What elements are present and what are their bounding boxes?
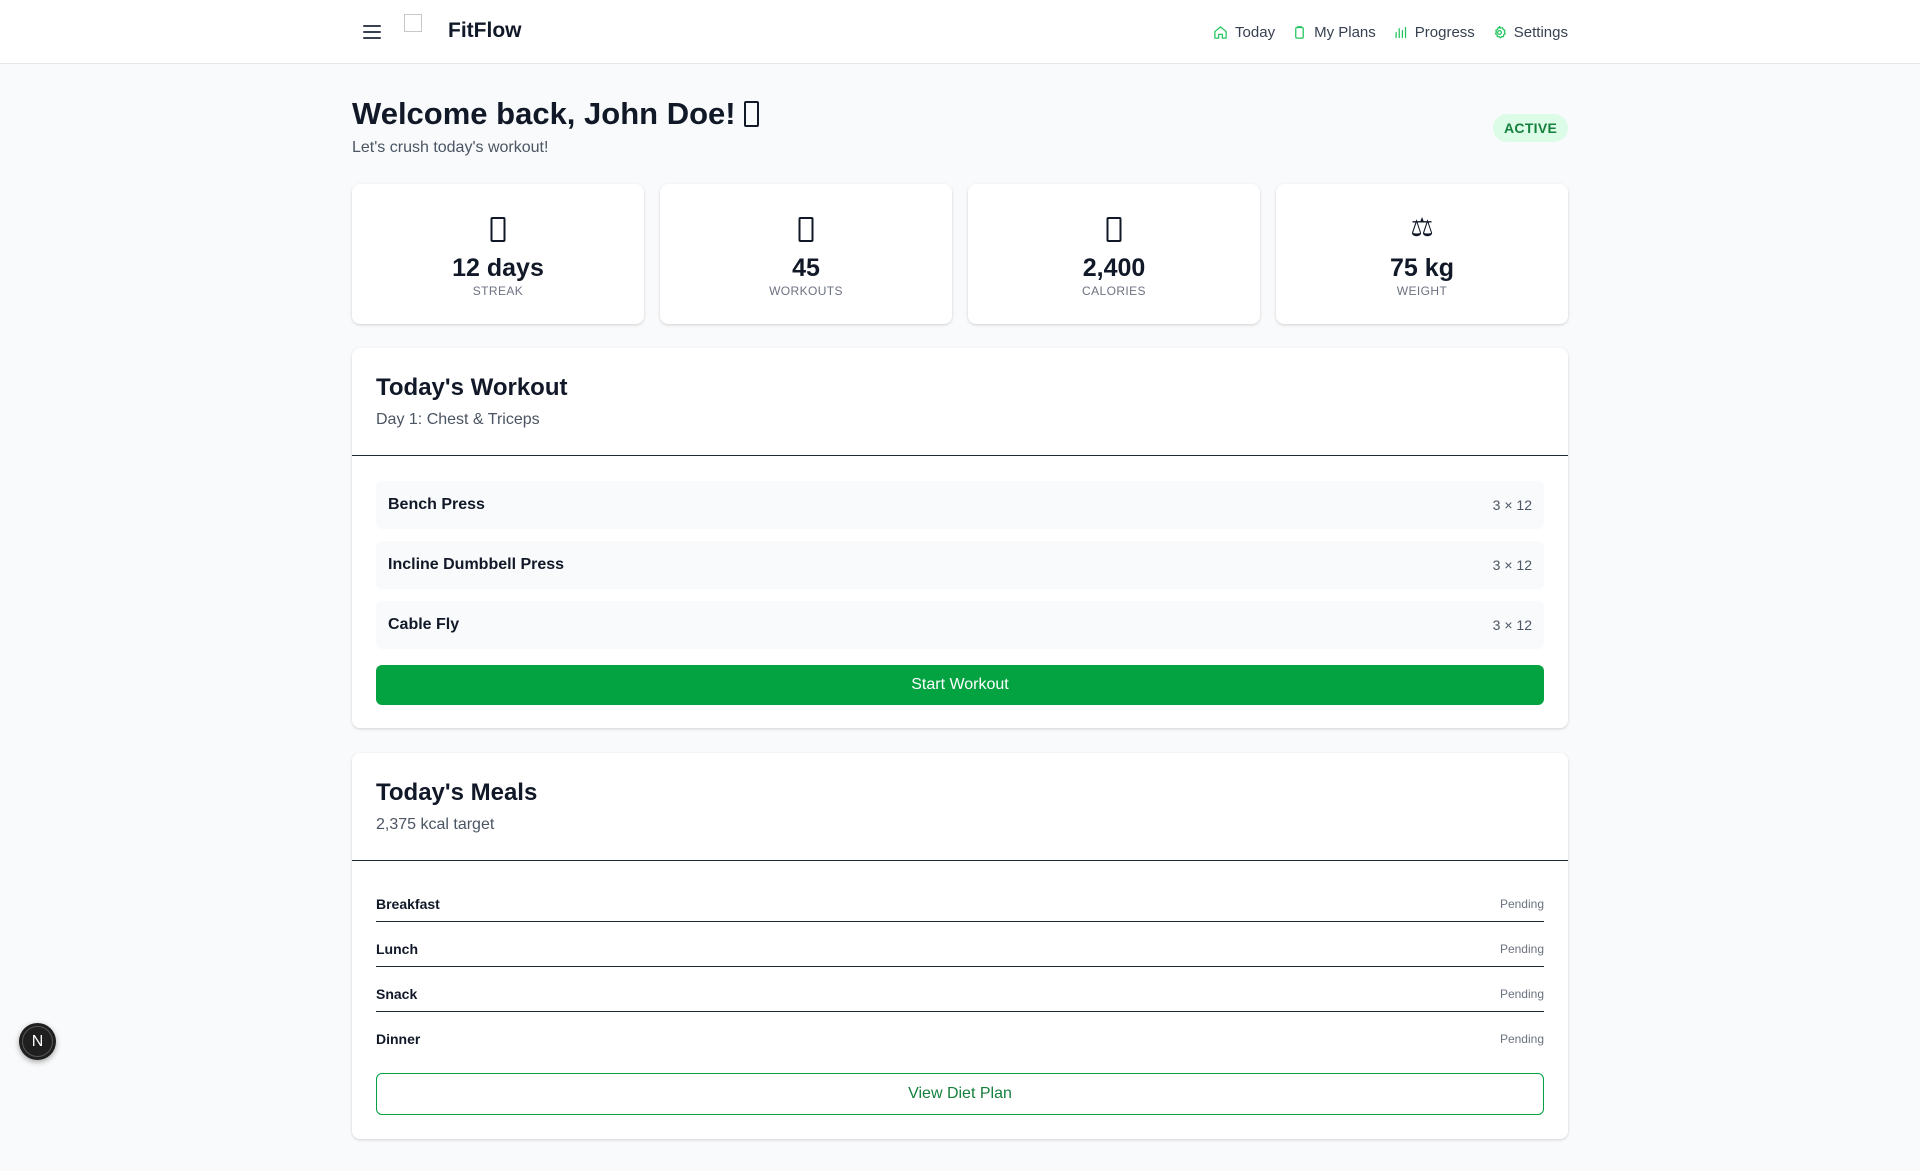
stat-value: 12 days — [452, 254, 544, 282]
status-badge: ACTIVE — [1493, 114, 1569, 142]
workout-subtitle: Day 1: Chest & Triceps — [376, 411, 540, 428]
exercise-row[interactable]: Bench Press 3 × 12 — [376, 481, 1544, 529]
stat-value: 2,400 — [1082, 254, 1146, 282]
brand-name: FitFlow — [448, 19, 522, 42]
meal-name: Snack — [376, 986, 418, 1002]
nav-item-progress[interactable]: Progress — [1393, 24, 1475, 41]
menu-icon[interactable] — [360, 22, 384, 42]
stat-card-weight: ⚖ 75 kg WEIGHT — [1276, 184, 1568, 324]
stat-card-calories: 2,400 CALORIES — [968, 184, 1260, 324]
welcome-heading: Welcome back, John Doe! — [352, 96, 759, 132]
exercise-row[interactable]: Cable Fly 3 × 12 — [376, 601, 1544, 649]
divider — [352, 455, 1568, 456]
meal-name: Breakfast — [376, 896, 440, 912]
stat-label: CALORIES — [1082, 284, 1146, 298]
meal-name: Lunch — [376, 941, 418, 957]
meal-status: Pending — [1499, 897, 1544, 911]
stat-label: STREAK — [472, 284, 524, 298]
nav-item-settings[interactable]: Settings — [1492, 24, 1568, 41]
view-diet-plan-button[interactable]: View Diet Plan — [376, 1073, 1544, 1115]
nav-item-my-plans[interactable]: My Plans — [1292, 24, 1376, 41]
meal-row[interactable]: Dinner Pending — [376, 1027, 1544, 1057]
clipboard-icon — [1295, 25, 1304, 39]
stat-value: 75 kg — [1390, 254, 1454, 282]
stat-card-workouts: 45 WORKOUTS — [660, 184, 952, 324]
exercise-sets: 3 × 12 — [1492, 617, 1532, 633]
exercise-name: Cable Fly — [388, 616, 460, 633]
meal-row[interactable]: Snack Pending — [376, 982, 1544, 1012]
dumbbell-icon — [798, 217, 814, 242]
badge-ring — [22, 1026, 53, 1057]
start-workout-button[interactable]: Start Workout — [376, 665, 1544, 705]
dev-tools-badge[interactable]: N — [19, 1023, 56, 1060]
gear-icon — [1494, 25, 1506, 39]
meal-row[interactable]: Lunch Pending — [376, 937, 1544, 967]
stat-value: 45 — [792, 254, 820, 282]
stat-card-streak: 12 days STREAK — [352, 184, 644, 324]
bar-chart-icon — [1395, 26, 1406, 38]
scale-icon: ⚖ — [1410, 212, 1434, 242]
nav-label: Settings — [1513, 23, 1568, 41]
exercise-name: Incline Dumbbell Press — [388, 556, 565, 573]
flame-icon — [1106, 217, 1122, 242]
exercise-row[interactable]: Incline Dumbbell Press 3 × 12 — [376, 541, 1544, 589]
welcome-text: Welcome back, John Doe! — [352, 96, 736, 131]
exercise-sets: 3 × 12 — [1492, 497, 1532, 513]
meal-status: Pending — [1499, 942, 1544, 956]
nav-label: Progress — [1414, 23, 1475, 41]
meal-status: Pending — [1499, 1032, 1544, 1046]
meals-title: Today's Meals — [376, 779, 538, 806]
exercise-name: Bench Press — [388, 496, 485, 513]
top-nav: Today My Plans Progress Settings — [1213, 0, 1568, 64]
exercise-sets: 3 × 12 — [1492, 557, 1532, 573]
logo-image — [404, 14, 422, 32]
wave-icon — [743, 101, 759, 127]
divider — [352, 860, 1568, 861]
meal-row[interactable]: Breakfast Pending — [376, 892, 1544, 922]
meal-name: Dinner — [376, 1031, 421, 1047]
welcome-subtitle: Let's crush today's workout! — [352, 139, 549, 156]
meal-status: Pending — [1499, 987, 1544, 1001]
workout-title: Today's Workout — [376, 374, 568, 401]
nav-item-today[interactable]: Today — [1213, 24, 1275, 41]
nav-label: Today — [1235, 23, 1276, 41]
workout-card: Today's Workout Day 1: Chest & Triceps B… — [352, 348, 1568, 728]
nav-label: My Plans — [1314, 23, 1376, 41]
meals-subtitle: 2,375 kcal target — [376, 816, 495, 833]
app-header: FitFlow Today My Plans Progress Settings — [0, 0, 1920, 64]
stat-label: WORKOUTS — [769, 284, 843, 298]
meals-card: Today's Meals 2,375 kcal target Breakfas… — [352, 753, 1568, 1139]
home-icon — [1214, 25, 1227, 39]
stat-label: WEIGHT — [1396, 284, 1448, 298]
fire-icon — [490, 217, 506, 242]
